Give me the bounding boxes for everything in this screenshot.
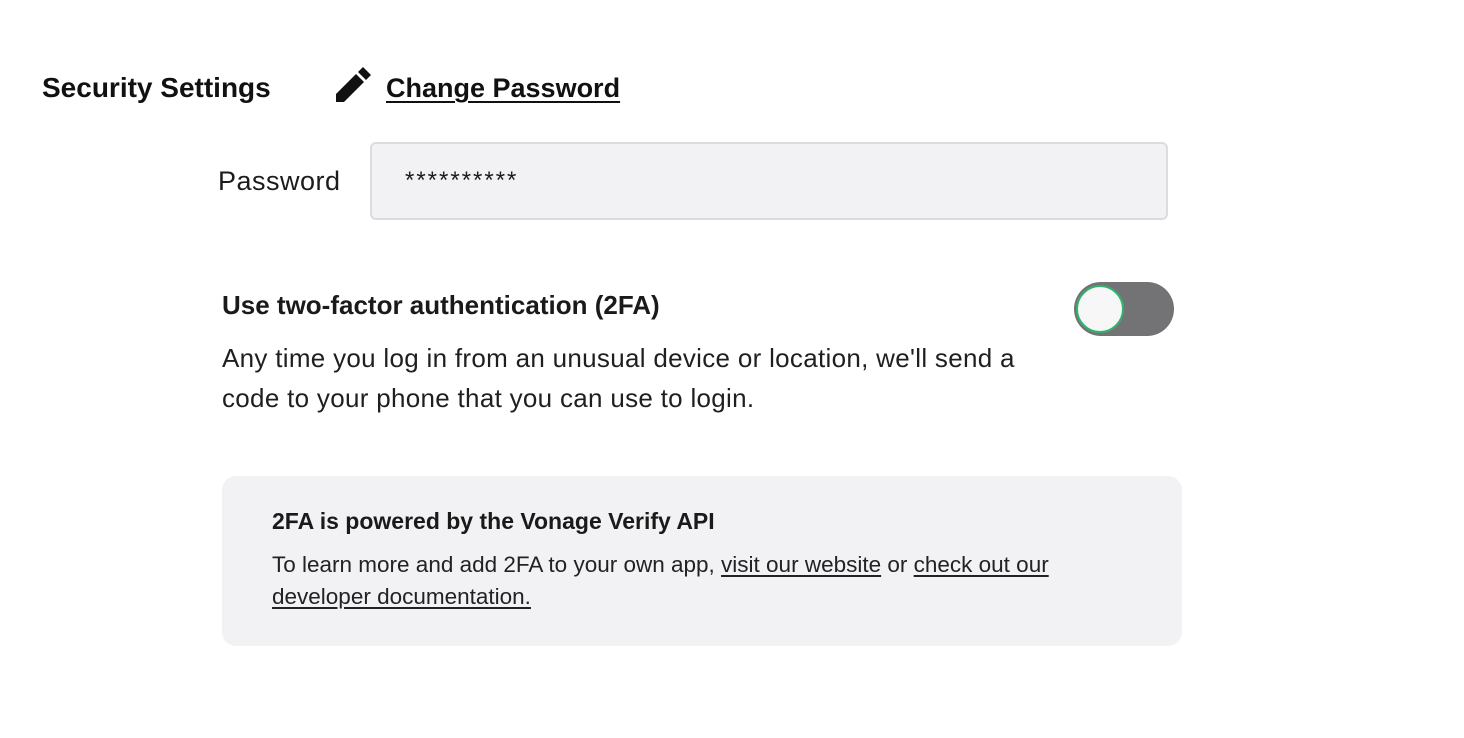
visit-website-link[interactable]: visit our website bbox=[721, 552, 881, 577]
two-factor-title: Use two-factor authentication (2FA) bbox=[222, 290, 660, 320]
info-text: To learn more and add 2FA to your own ap… bbox=[272, 549, 1112, 613]
change-password-link[interactable]: Change Password bbox=[386, 73, 620, 104]
pencil-icon[interactable] bbox=[334, 66, 372, 104]
toggle-knob bbox=[1076, 285, 1124, 333]
two-factor-toggle[interactable] bbox=[1074, 282, 1174, 336]
info-text-before: To learn more and add 2FA to your own ap… bbox=[272, 552, 722, 577]
security-settings-page: Security Settings Change Password Passwo… bbox=[0, 0, 1464, 738]
password-field[interactable] bbox=[370, 142, 1168, 220]
two-factor-description: Any time you log in from an unusual devi… bbox=[222, 343, 1015, 413]
section-title: Security Settings bbox=[42, 72, 271, 103]
password-label: Password bbox=[218, 166, 341, 196]
info-text-between: or bbox=[881, 552, 914, 577]
info-title: 2FA is powered by the Vonage Verify API bbox=[272, 508, 715, 534]
info-box: 2FA is powered by the Vonage Verify API … bbox=[222, 476, 1182, 646]
